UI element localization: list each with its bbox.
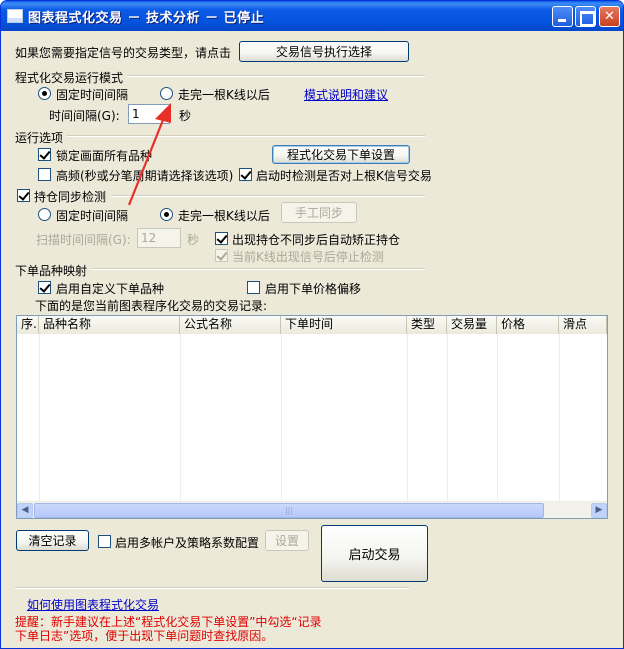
records-caption: 下面的是您当前图表程序化交易的交易记录: (35, 299, 268, 313)
price-offset-checkbox[interactable] (247, 281, 260, 294)
lock-products-checkbox[interactable] (38, 148, 51, 161)
scroll-thumb[interactable]: ||| (34, 503, 544, 518)
multi-account-checkbox[interactable] (98, 535, 111, 548)
column-product[interactable]: 品种名称 (39, 316, 180, 334)
mode-title: 程式化交易运行模式 (15, 71, 124, 85)
help-link[interactable]: 如何使用图表程式化交易 (27, 596, 159, 613)
signal-prompt: 如果您需要指定信号的交易类型，请点击 (15, 46, 232, 60)
sync-fixed-radio[interactable] (38, 208, 51, 221)
stop-check-checkbox[interactable] (215, 249, 228, 262)
sync-fixed-label: 固定时间间隔 (56, 209, 129, 223)
interval-label: 时间间隔(G): (49, 109, 120, 123)
scan-interval-unit: 秒 (187, 233, 200, 247)
mode-kline-label: 走完一根K线以后 (178, 88, 270, 102)
clear-records-button[interactable]: 清空记录 (16, 530, 89, 551)
start-trading-button[interactable]: 启动交易 (321, 525, 428, 582)
sync-kline-label: 走完一根K线以后 (178, 209, 270, 223)
mode-divider (127, 75, 425, 77)
column-order-time[interactable]: 下单时间 (281, 316, 407, 334)
minimize-icon[interactable] (552, 6, 573, 27)
column-type[interactable]: 类型 (407, 316, 447, 334)
main-window: 图表程式化交易 － 技术分析 － 已停止 ✕ 如果您需要指定信号的交易类型，请点… (0, 0, 624, 649)
window-title: 图表程式化交易 － 技术分析 － 已停止 (28, 11, 265, 26)
custom-products-checkbox[interactable] (38, 281, 51, 294)
column-slippage[interactable]: 滑点 (559, 316, 607, 334)
signal-select-button[interactable]: 交易信号执行选择 (239, 41, 409, 62)
grid-line (39, 334, 40, 502)
grid-line (180, 334, 181, 502)
scroll-left-icon[interactable]: ◀ (17, 503, 33, 518)
mode-kline-radio[interactable] (160, 87, 173, 100)
column-price[interactable]: 价格 (497, 316, 559, 334)
horizontal-scrollbar[interactable]: ◀ ||| ▶ (17, 501, 607, 518)
column-formula[interactable]: 公式名称 (180, 316, 281, 334)
auto-fix-label: 出现持仓不同步后自动矫正持仓 (232, 233, 401, 247)
title-bar[interactable]: 图表程式化交易 － 技术分析 － 已停止 ✕ (1, 1, 623, 31)
app-icon (7, 9, 23, 23)
annotation-arrow-icon (127, 103, 171, 206)
mode-fixed-label: 固定时间间隔 (56, 88, 129, 102)
multi-account-label: 启用多帐户及策略系数配置 (115, 536, 260, 550)
records-table[interactable]: 序. 品种名称 公式名称 下单时间 类型 交易量 价格 滑点 ◀ ||| ▶ (16, 315, 608, 519)
column-index[interactable]: 序. (17, 316, 39, 334)
position-sync-title: 持仓同步检测 (34, 190, 107, 204)
mode-help-link[interactable]: 模式说明和建议 (304, 86, 388, 103)
bottom-divider (15, 587, 409, 589)
high-freq-checkbox[interactable] (38, 168, 51, 181)
scan-interval-label: 扫描时间间隔(G): (36, 233, 131, 247)
run-options-title: 运行选项 (15, 131, 64, 145)
multi-account-settings-button[interactable]: 设置 (265, 530, 309, 551)
startup-check-checkbox[interactable] (239, 168, 252, 181)
position-sync-checkbox[interactable] (17, 189, 30, 202)
grid-line (447, 334, 448, 502)
mapping-title: 下单品种映射 (15, 264, 88, 278)
close-icon[interactable]: ✕ (599, 6, 620, 27)
grid-line (281, 334, 282, 502)
manual-sync-button[interactable]: 手工同步 (281, 202, 357, 223)
maximize-icon[interactable] (575, 6, 596, 27)
records-table-header: 序. 品种名称 公式名称 下单时间 类型 交易量 价格 滑点 (17, 316, 607, 334)
custom-products-label: 启用自定义下单品种 (56, 282, 165, 296)
mode-fixed-radio[interactable] (38, 87, 51, 100)
scan-interval-input[interactable]: 12 (137, 228, 181, 248)
grid-line (559, 334, 560, 502)
grid-line (497, 334, 498, 502)
stop-check-label: 当前K线出现信号后停止检测 (232, 250, 384, 264)
mapping-divider (92, 268, 425, 270)
auto-fix-checkbox[interactable] (215, 232, 228, 245)
price-offset-label: 启用下单价格偏移 (265, 282, 362, 296)
startup-check-label: 启动时检测是否对上根K信号交易 (256, 169, 432, 183)
scroll-right-icon[interactable]: ▶ (591, 503, 607, 518)
reminder-line-2: 下单日志”选项，便于出现下单问题时查找原因。 (15, 629, 274, 643)
order-settings-button[interactable]: 程式化交易下单设置 (272, 145, 410, 164)
column-volume[interactable]: 交易量 (447, 316, 497, 334)
grid-line (407, 334, 408, 502)
